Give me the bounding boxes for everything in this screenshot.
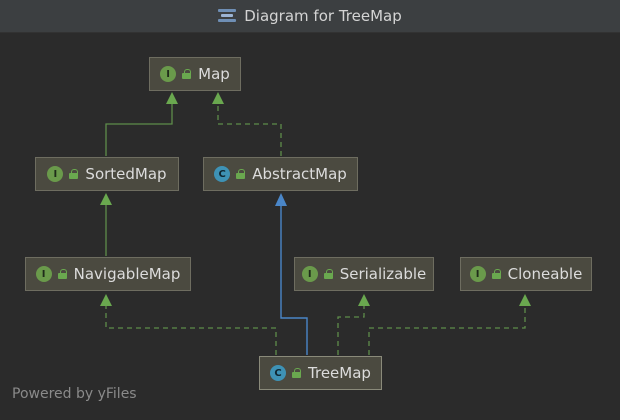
public-lock-icon [182,69,192,79]
interface-icon: I [47,166,64,182]
arrowhead-map-solid [166,92,178,104]
node-treemap[interactable]: C TreeMap [259,356,382,390]
node-cloneable[interactable]: I Cloneable [460,257,592,291]
arrowhead-cloneable [519,294,531,306]
node-navigablemap[interactable]: I NavigableMap [25,257,191,291]
class-icon: C [214,166,231,182]
interface-icon: I [160,66,177,82]
public-lock-icon [323,269,334,279]
diagram-icon [218,8,237,24]
node-label: TreeMap [308,364,371,382]
public-lock-icon [491,269,502,279]
arrowhead-serializable [358,294,370,306]
public-lock-icon [57,269,68,279]
node-label: AbstractMap [252,165,347,183]
edge-treemap-cloneable [368,305,526,355]
node-sortedmap[interactable]: I SortedMap [35,157,179,191]
window-title: Diagram for TreeMap [244,7,402,25]
node-label: SortedMap [85,165,167,183]
edge-treemap-navigablemap [105,305,277,355]
title-bar: Diagram for TreeMap [0,0,620,33]
node-label: NavigableMap [73,265,181,283]
node-label: Map [198,65,230,83]
node-label: Cloneable [507,265,583,283]
arrowhead-abstractmap [275,193,287,206]
public-lock-icon [69,169,79,179]
interface-icon: I [35,266,52,282]
node-label: Serializable [339,265,427,283]
arrowhead-map-dashed [212,92,224,104]
arrowhead-sortedmap [100,193,112,205]
powered-by-label: Powered by yFiles [12,386,137,402]
edge-treemap-serializable [337,305,365,355]
node-abstractmap[interactable]: C AbstractMap [203,157,358,191]
diagram-window: Diagram for TreeMap I Map I SortedMap C … [0,0,620,420]
public-lock-icon [236,169,246,179]
node-map[interactable]: I Map [149,57,241,91]
arrowhead-navigablemap [100,294,112,306]
interface-icon: I [469,266,486,282]
class-icon: C [270,365,287,381]
edge-abstractmap-map [217,103,282,156]
public-lock-icon [292,368,302,378]
edge-sortedmap-map [105,103,173,156]
interface-icon: I [301,266,318,282]
node-serializable[interactable]: I Serializable [294,257,434,291]
